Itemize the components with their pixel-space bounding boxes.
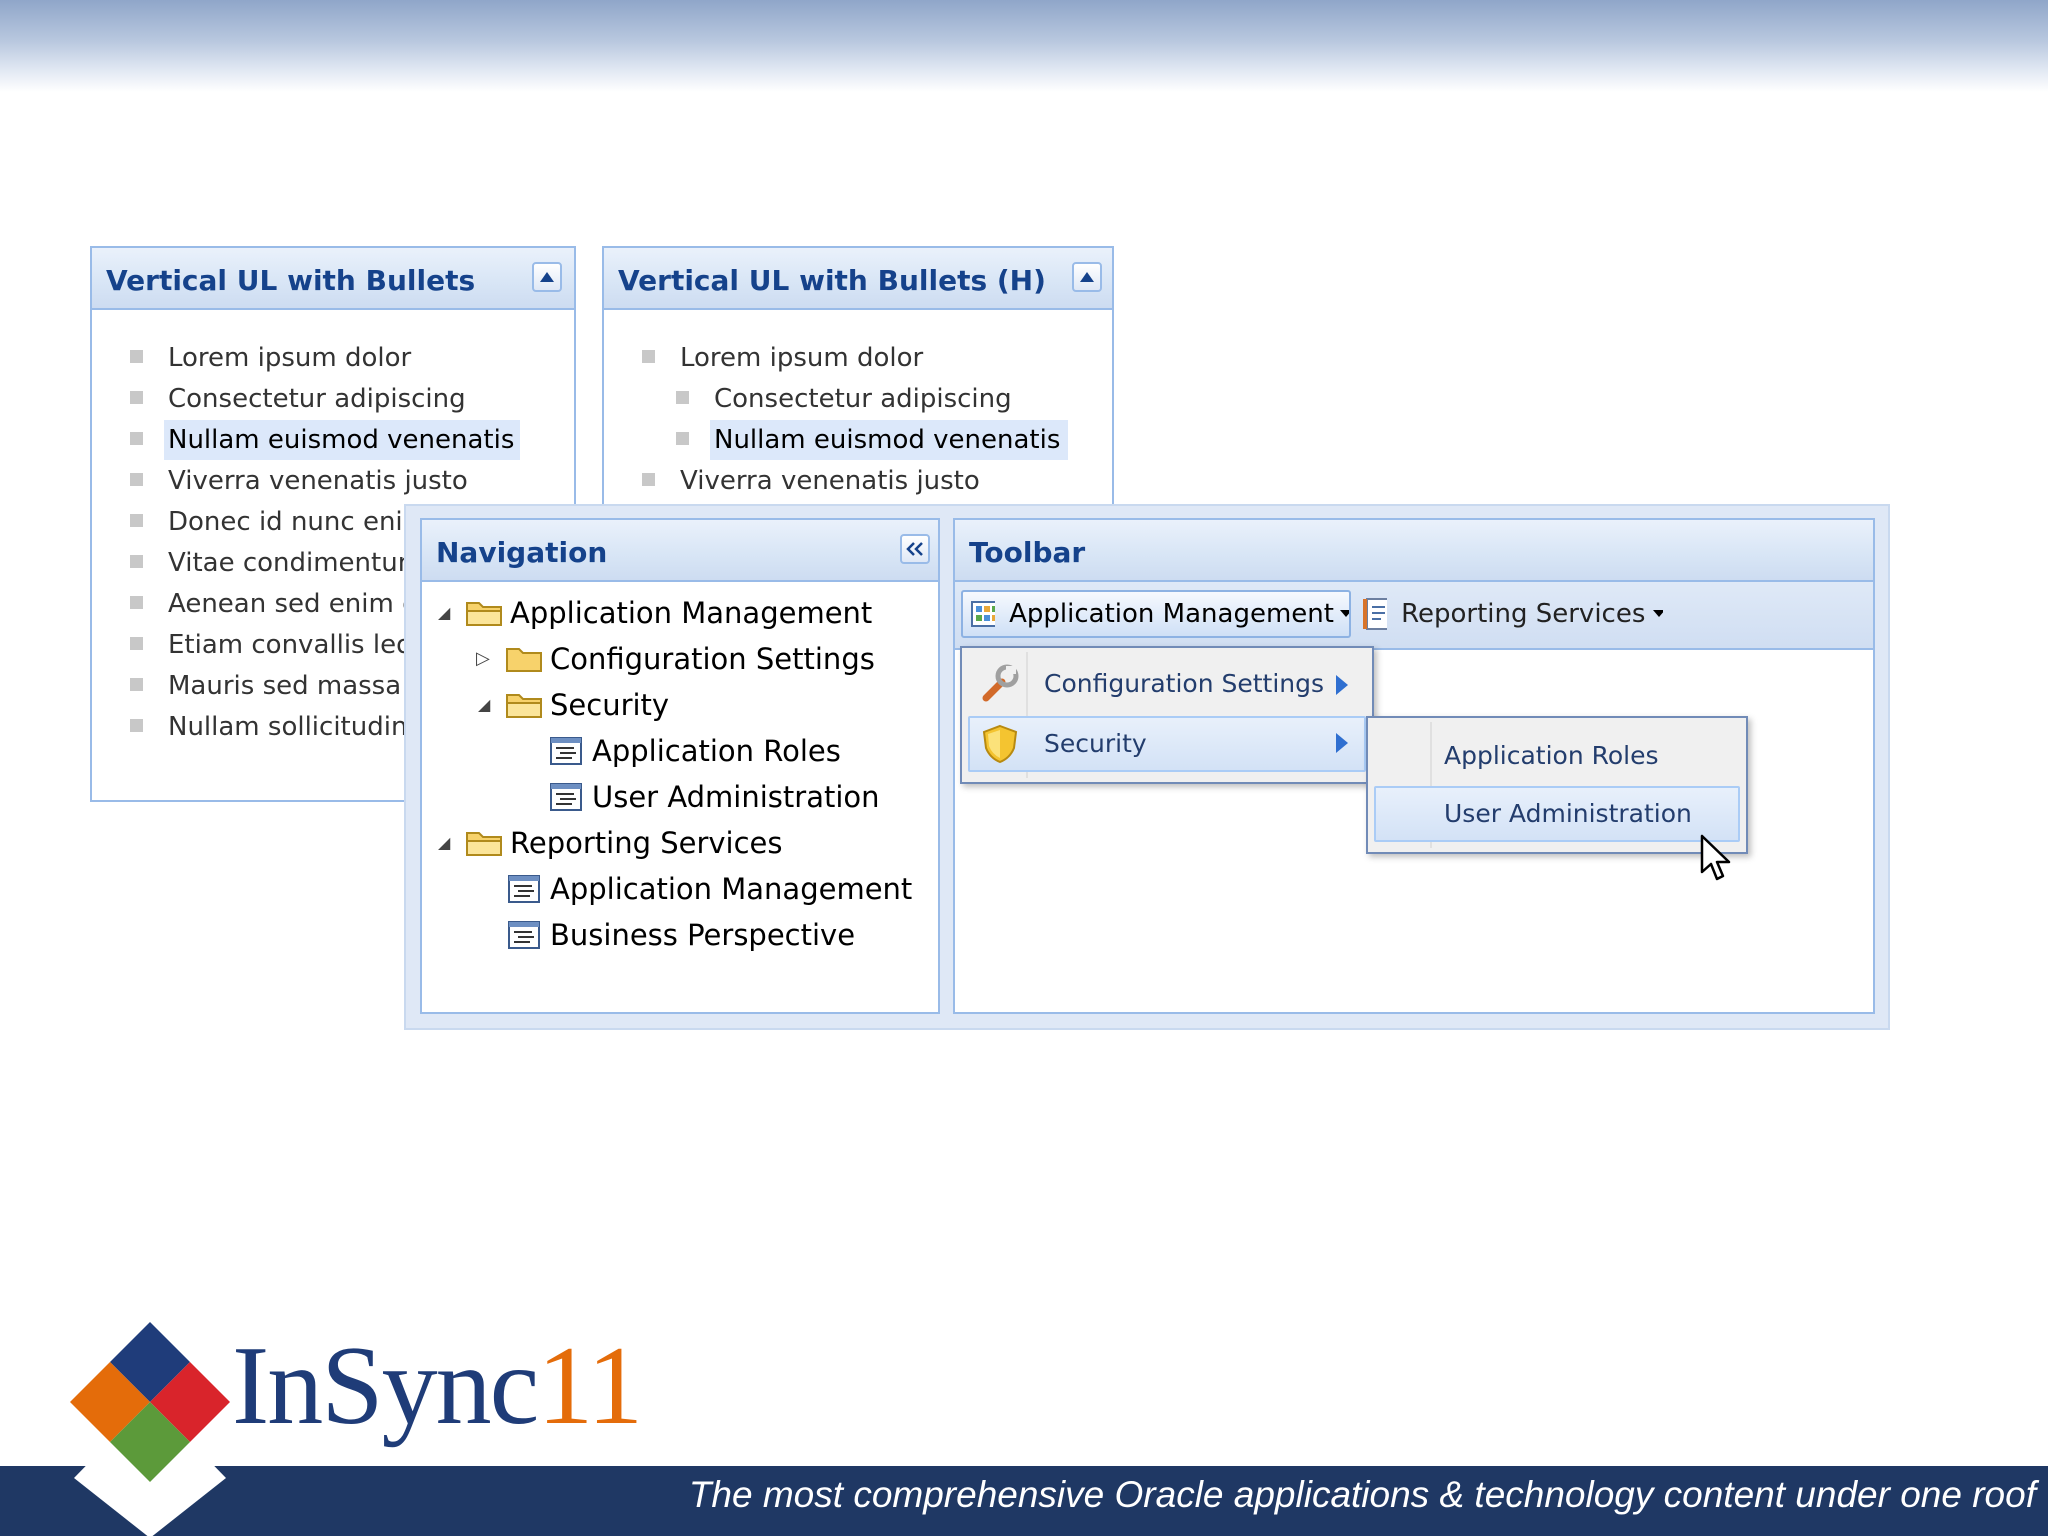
collapsed-arrow-icon[interactable]: ▷: [476, 636, 490, 682]
expanded-arrow-icon[interactable]: ◢: [438, 590, 450, 636]
reporting-services-menu-button[interactable]: Reporting Services: [1363, 590, 1663, 638]
tree-node-security[interactable]: ◢ Security: [422, 682, 938, 728]
tree-node-reporting-application-management[interactable]: Application Management: [422, 866, 938, 912]
list-item: Lorem ipsum dolor: [604, 338, 1112, 379]
bullet-icon: [676, 391, 689, 404]
menu-item-user-administration[interactable]: User Administration: [1374, 786, 1740, 842]
collapse-up-button[interactable]: [1072, 262, 1102, 292]
folder-open-icon: [506, 694, 542, 718]
bullet-icon: [130, 637, 143, 650]
bullet-icon: [130, 473, 143, 486]
bullet-icon: [130, 350, 143, 363]
document-icon: [550, 737, 582, 765]
application-management-dropdown-menu: Configuration Settings Security: [960, 646, 1374, 784]
application-management-menu-button[interactable]: Application Management: [961, 590, 1351, 638]
double-chevron-left-icon: [906, 542, 923, 556]
panel-title: Vertical UL with Bullets (H): [618, 264, 1046, 297]
collapse-left-button[interactable]: [900, 534, 930, 564]
bullet-icon: [642, 473, 655, 486]
report-icon: [1363, 598, 1388, 630]
dropdown-arrow-icon: [1339, 610, 1349, 617]
list-item-nested: Consectetur adipiscing: [604, 379, 1112, 420]
company-logo: [70, 1322, 230, 1538]
bullet-icon: [676, 432, 689, 445]
folder-open-icon: [466, 602, 502, 626]
document-icon: [508, 921, 540, 949]
button-label: Application Management: [1009, 599, 1334, 629]
list-item-highlighted[interactable]: Nullam euismod venenatis: [604, 420, 1112, 461]
document-icon: [508, 875, 540, 903]
document-icon: [550, 783, 582, 811]
bullet-icon: [130, 432, 143, 445]
list-item-highlighted[interactable]: Nullam euismod venenatis: [92, 420, 574, 461]
tagline: The most comprehensive Oracle applicatio…: [688, 1474, 2036, 1515]
tree-node-configuration-settings[interactable]: ▷ Configuration Settings: [422, 636, 938, 682]
logo-wordmark: InSync11: [232, 1324, 643, 1448]
toolbar-strip: Application Management Reporting Service…: [955, 582, 1873, 650]
list-item: Viverra venenatis justo: [92, 461, 574, 502]
navigation-panel: Navigation ◢ Application Management ▷ Co…: [420, 518, 940, 1014]
mouse-cursor-icon: [1700, 834, 1731, 881]
bullet-icon: [130, 555, 143, 568]
submenu-arrow-icon: [1336, 733, 1348, 753]
tree-node-reporting-services[interactable]: ◢ Reporting Services: [422, 820, 938, 866]
tree-node-user-administration[interactable]: User Administration: [422, 774, 938, 820]
expanded-arrow-icon[interactable]: ◢: [438, 820, 450, 866]
bullet-icon: [130, 514, 143, 527]
submenu-arrow-icon: [1336, 675, 1348, 695]
panel-title: Toolbar: [969, 536, 1086, 569]
panel-title: Vertical UL with Bullets: [106, 264, 476, 297]
menu-item-configuration-settings[interactable]: Configuration Settings: [968, 658, 1366, 714]
list-item: Consectetur adipiscing: [92, 379, 574, 420]
panel-title: Navigation: [436, 536, 608, 569]
list-item: Lorem ipsum dolor: [92, 338, 574, 379]
menu-item-security[interactable]: Security: [968, 716, 1366, 772]
panel-header: Navigation: [422, 520, 938, 582]
folder-icon: [506, 648, 542, 672]
bullet-icon: [130, 719, 143, 732]
panel-header: Vertical UL with Bullets (H): [604, 248, 1112, 310]
bullet-list: Lorem ipsum dolor Consectetur adipiscing…: [604, 338, 1112, 502]
expanded-arrow-icon[interactable]: ◢: [478, 682, 490, 728]
bullet-icon: [130, 391, 143, 404]
tree-node-business-perspective[interactable]: Business Perspective: [422, 912, 938, 958]
bullet-icon: [130, 678, 143, 691]
navigation-tree: ◢ Application Management ▷ Configuration…: [422, 590, 938, 958]
triangle-up-icon: [540, 272, 554, 282]
bullet-icon: [130, 596, 143, 609]
wrench-icon: [982, 664, 1019, 702]
tree-node-application-roles[interactable]: Application Roles: [422, 728, 938, 774]
list-item: Viverra venenatis justo: [604, 461, 1112, 502]
panel-header: Toolbar: [955, 520, 1873, 582]
triangle-up-icon: [1080, 272, 1094, 282]
folder-open-icon: [466, 832, 502, 856]
grid-icon: [971, 601, 996, 627]
button-label: Reporting Services: [1401, 599, 1646, 629]
dropdown-arrow-icon: [1653, 610, 1663, 617]
tree-node-application-management[interactable]: ◢ Application Management: [422, 590, 938, 636]
panel-header: Vertical UL with Bullets: [92, 248, 574, 310]
slide-header-band: [0, 0, 2048, 92]
collapse-up-button[interactable]: [532, 262, 562, 292]
bullet-icon: [642, 350, 655, 363]
security-submenu: Application Roles User Administration: [1366, 716, 1748, 854]
bullet-list-hierarchical-panel: Vertical UL with Bullets (H) Lorem ipsum…: [602, 246, 1114, 546]
shield-icon: [982, 724, 1018, 764]
menu-item-application-roles[interactable]: Application Roles: [1374, 730, 1740, 786]
